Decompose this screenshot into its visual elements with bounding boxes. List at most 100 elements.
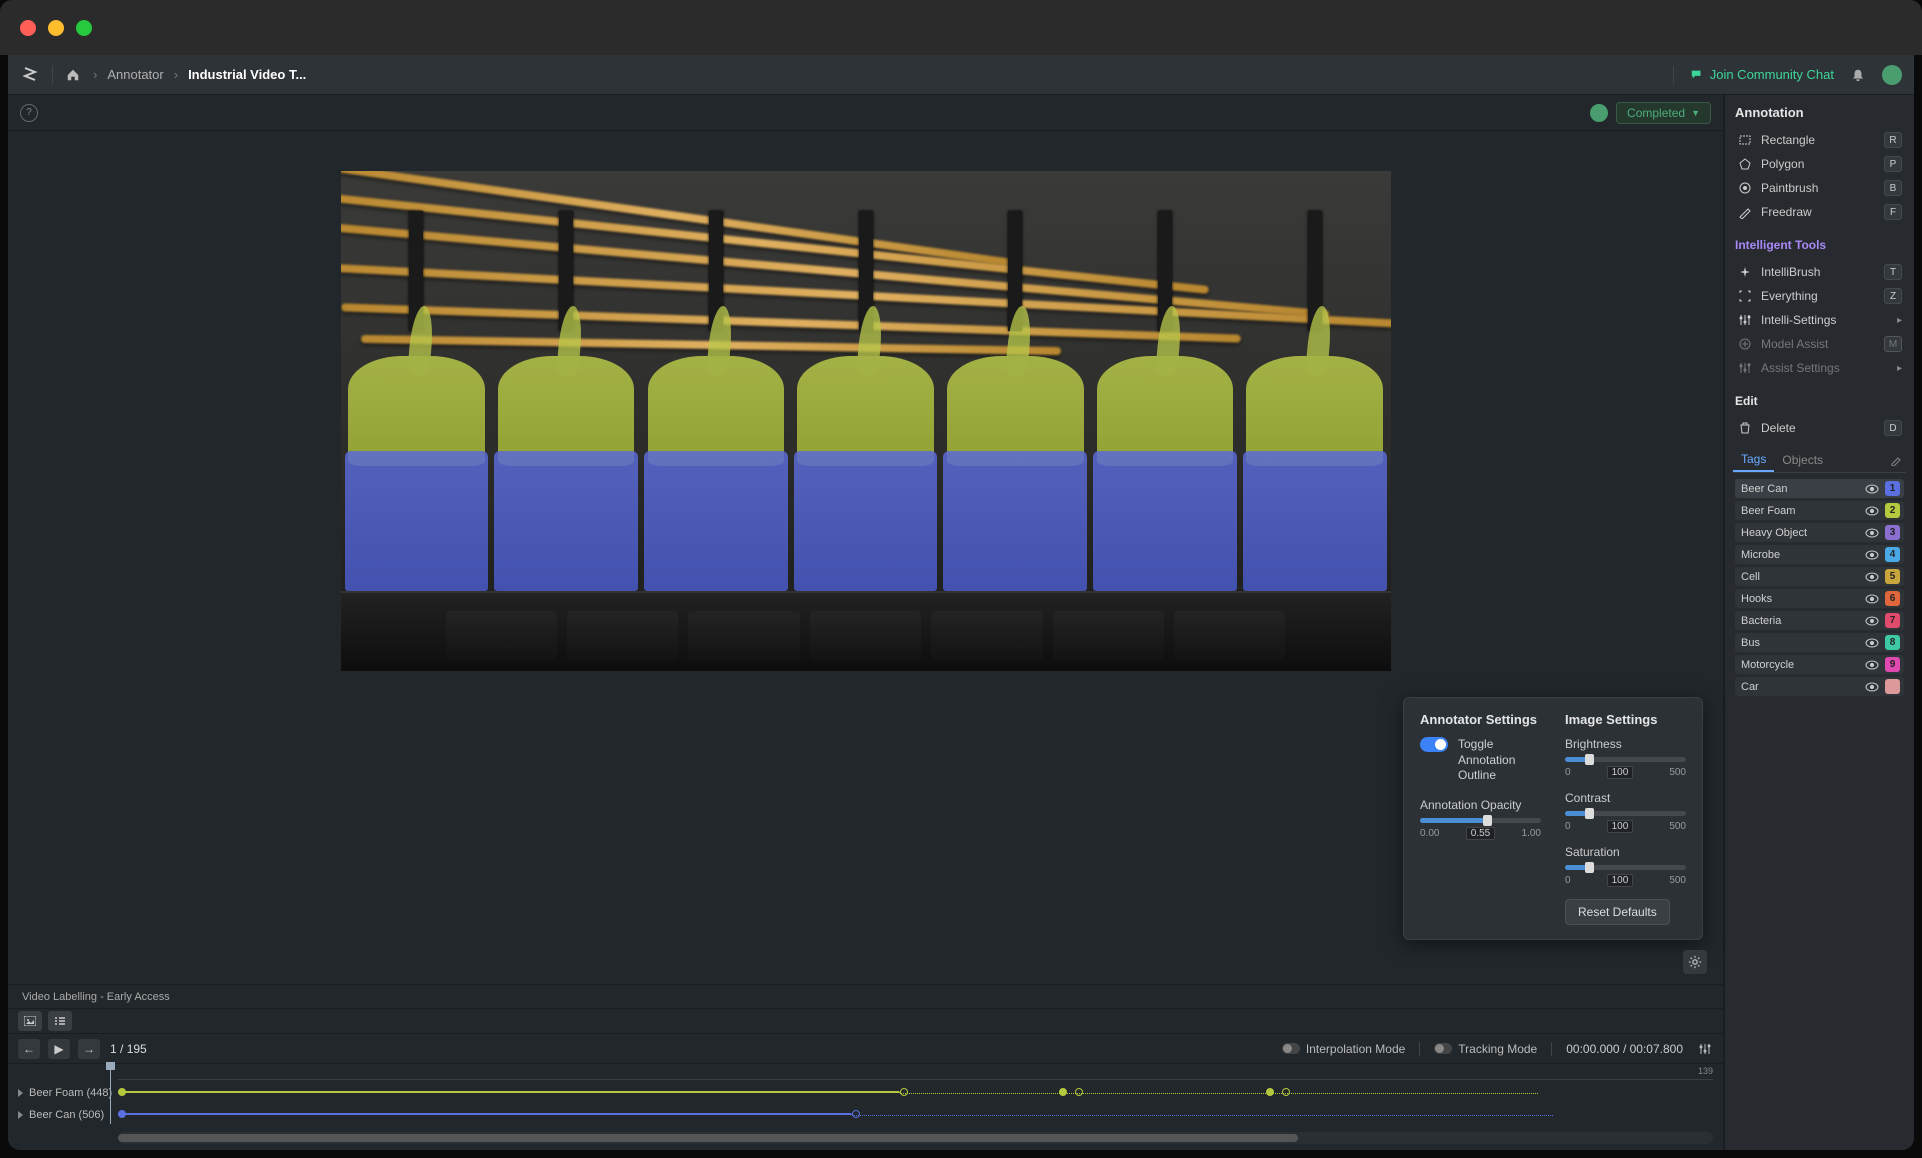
tag-row[interactable]: Bacteria7: [1735, 611, 1904, 630]
visibility-eye-icon[interactable]: [1865, 550, 1879, 560]
tab-tags[interactable]: Tags: [1733, 448, 1774, 472]
playhead[interactable]: [110, 1064, 111, 1124]
app-logo-icon[interactable]: [20, 65, 40, 85]
visibility-eye-icon[interactable]: [1865, 528, 1879, 538]
breadcrumb-annotator[interactable]: Annotator: [107, 67, 163, 82]
track-row-beer-can[interactable]: Beer Can (506): [18, 1106, 1713, 1124]
tool-model-assist[interactable]: Model Assist M: [1735, 332, 1904, 356]
opacity-value[interactable]: 0.55: [1466, 827, 1495, 840]
annotation-beer-can[interactable]: [644, 451, 788, 591]
visibility-eye-icon[interactable]: [1865, 660, 1879, 670]
annotation-beer-foam[interactable]: [1246, 356, 1383, 466]
opacity-slider[interactable]: [1420, 818, 1541, 823]
visibility-eye-icon[interactable]: [1865, 616, 1879, 626]
saturation-min: 0: [1565, 875, 1571, 886]
timeline-settings-icon[interactable]: [1697, 1041, 1713, 1057]
brightness-value[interactable]: 100: [1607, 766, 1634, 779]
canvas-header: ? Completed ▼: [8, 95, 1723, 131]
next-frame-button[interactable]: →: [78, 1039, 100, 1059]
brightness-min: 0: [1565, 767, 1571, 778]
annotation-beer-foam[interactable]: [1097, 356, 1234, 466]
join-community-chat-link[interactable]: Join Community Chat: [1690, 67, 1834, 82]
thumbnail-view-button[interactable]: [18, 1011, 42, 1031]
toggle-annotation-outline[interactable]: [1420, 737, 1448, 752]
tool-paintbrush[interactable]: Paintbrush B: [1735, 176, 1904, 200]
tool-polygon[interactable]: Polygon P: [1735, 152, 1904, 176]
visibility-eye-icon[interactable]: [1865, 638, 1879, 648]
expand-track-icon[interactable]: [18, 1089, 23, 1097]
user-avatar-small[interactable]: [1590, 104, 1608, 122]
annotation-beer-can[interactable]: [1243, 451, 1387, 591]
annotation-section-title: Annotation: [1735, 105, 1904, 120]
tag-number-badge: 9: [1885, 657, 1900, 672]
breadcrumb: › Annotator › Industrial Video T...: [93, 67, 306, 82]
annotation-beer-can[interactable]: [943, 451, 1087, 591]
tag-row[interactable]: Heavy Object3: [1735, 523, 1904, 542]
tool-everything[interactable]: Everything Z: [1735, 284, 1904, 308]
tag-row[interactable]: Beer Foam2: [1735, 501, 1904, 520]
status-badge[interactable]: Completed ▼: [1616, 102, 1711, 124]
visibility-eye-icon[interactable]: [1865, 484, 1879, 494]
tag-row[interactable]: Hooks6: [1735, 589, 1904, 608]
track-row-beer-foam[interactable]: Beer Foam (448): [18, 1084, 1713, 1102]
tool-delete[interactable]: Delete D: [1735, 416, 1904, 440]
annotation-beer-can[interactable]: [1093, 451, 1237, 591]
user-avatar[interactable]: [1882, 65, 1902, 85]
annotation-beer-foam[interactable]: [947, 356, 1084, 466]
annotation-beer-foam[interactable]: [498, 356, 635, 466]
breadcrumb-project[interactable]: Industrial Video T...: [188, 67, 306, 82]
tool-assist-settings[interactable]: Assist Settings ▸: [1735, 356, 1904, 380]
tag-label: Car: [1741, 681, 1759, 693]
tool-freedraw[interactable]: Freedraw F: [1735, 200, 1904, 224]
visibility-eye-icon[interactable]: [1865, 682, 1879, 692]
timeline-scrollbar[interactable]: [118, 1132, 1713, 1144]
tag-row[interactable]: Car: [1735, 677, 1904, 696]
annotation-beer-can[interactable]: [494, 451, 638, 591]
keyboard-shortcut: P: [1884, 156, 1902, 172]
annotation-beer-foam[interactable]: [648, 356, 785, 466]
visibility-eye-icon[interactable]: [1865, 506, 1879, 516]
edit-tags-icon[interactable]: [1886, 450, 1906, 470]
annotation-beer-can[interactable]: [345, 451, 489, 591]
tool-rectangle[interactable]: Rectangle R: [1735, 128, 1904, 152]
timeline-ruler[interactable]: 139: [118, 1068, 1713, 1080]
expand-track-icon[interactable]: [18, 1111, 23, 1119]
tool-intellibrush[interactable]: IntelliBrush T: [1735, 260, 1904, 284]
notifications-icon[interactable]: [1850, 67, 1866, 83]
tag-row[interactable]: Motorcycle9: [1735, 655, 1904, 674]
minimize-window-button[interactable]: [48, 20, 64, 36]
tag-row[interactable]: Microbe4: [1735, 545, 1904, 564]
tag-row[interactable]: Bus8: [1735, 633, 1904, 652]
saturation-slider[interactable]: [1565, 865, 1686, 870]
prev-frame-button[interactable]: ←: [18, 1039, 40, 1059]
list-view-button[interactable]: [48, 1011, 72, 1031]
interpolation-mode-toggle[interactable]: Interpolation Mode: [1282, 1042, 1405, 1056]
video-frame[interactable]: [341, 171, 1391, 671]
tags-list: Beer Can1 Beer Foam2 Heavy Object3 Microbe4…: [1735, 479, 1904, 699]
play-button[interactable]: ▶: [48, 1039, 70, 1059]
annotation-beer-foam[interactable]: [348, 356, 485, 466]
tool-intelli-settings[interactable]: Intelli-Settings ▸: [1735, 308, 1904, 332]
rectangle-icon: [1737, 132, 1753, 148]
tracking-mode-toggle[interactable]: Tracking Mode: [1434, 1042, 1537, 1056]
annotation-beer-can[interactable]: [794, 451, 938, 591]
chevron-right-icon: ›: [174, 67, 178, 82]
tab-objects[interactable]: Objects: [1774, 449, 1831, 471]
contrast-value[interactable]: 100: [1607, 820, 1634, 833]
brightness-slider[interactable]: [1565, 757, 1686, 762]
reset-defaults-button[interactable]: Reset Defaults: [1565, 899, 1670, 925]
tag-row[interactable]: Cell5: [1735, 567, 1904, 586]
annotation-beer-foam[interactable]: [797, 356, 934, 466]
contrast-slider[interactable]: [1565, 811, 1686, 816]
visibility-eye-icon[interactable]: [1865, 572, 1879, 582]
visibility-eye-icon[interactable]: [1865, 594, 1879, 604]
settings-gear-button[interactable]: [1683, 950, 1707, 974]
settings-popup: Annotator Settings Toggle Annotation Out…: [1403, 697, 1703, 940]
home-icon[interactable]: [65, 67, 81, 83]
tag-row[interactable]: Beer Can1: [1735, 479, 1904, 498]
help-icon[interactable]: ?: [20, 104, 38, 122]
close-window-button[interactable]: [20, 20, 36, 36]
timeline-tracks: 139 Beer Foam (448): [8, 1064, 1723, 1128]
maximize-window-button[interactable]: [76, 20, 92, 36]
saturation-value[interactable]: 100: [1607, 874, 1634, 887]
